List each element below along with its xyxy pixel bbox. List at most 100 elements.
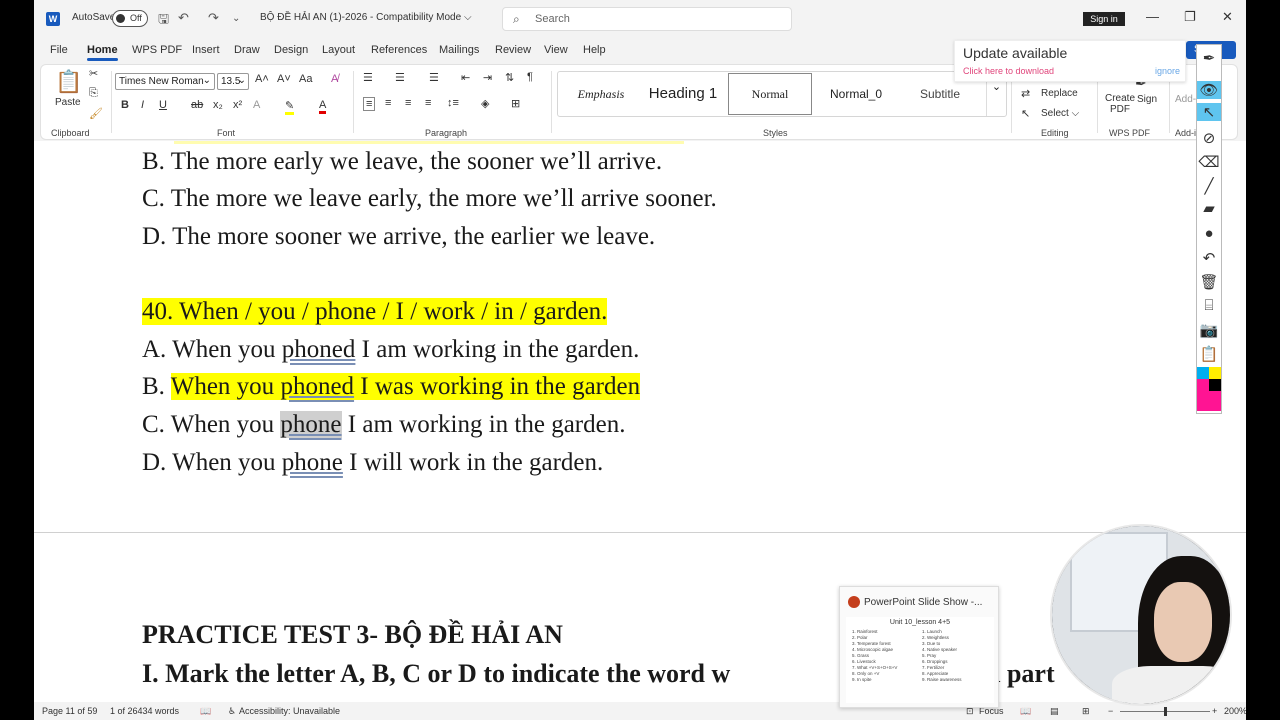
bold-icon[interactable]: B xyxy=(121,99,129,111)
create-pdf-button[interactable]: Create PDF xyxy=(1103,93,1137,115)
subscript-icon[interactable]: x₂ xyxy=(213,99,223,111)
tab-insert[interactable]: Insert xyxy=(192,44,220,56)
undo-icon[interactable]: ↶ xyxy=(178,10,189,26)
superscript-icon[interactable]: x² xyxy=(233,99,242,111)
zoom-in-icon[interactable]: + xyxy=(1212,706,1217,716)
tab-mailings[interactable]: Mailings xyxy=(439,44,479,56)
strikethrough-icon[interactable]: ab xyxy=(191,99,203,111)
update-notification[interactable]: Update available Click here to download … xyxy=(954,40,1186,82)
tab-draw[interactable]: Draw xyxy=(234,44,260,56)
web-layout-icon[interactable]: ⊞ xyxy=(1082,706,1090,717)
shading-icon[interactable]: ◈ xyxy=(481,97,489,110)
update-download-link[interactable]: Click here to download xyxy=(963,66,1054,76)
borders-icon[interactable]: ⊞ xyxy=(511,97,520,110)
undo-annotation-icon[interactable]: ↶ xyxy=(1197,249,1221,267)
zoom-out-icon[interactable]: − xyxy=(1108,706,1113,716)
underline-icon[interactable]: U xyxy=(159,99,167,111)
font-color-icon[interactable]: A xyxy=(319,99,327,114)
tab-design[interactable]: Design xyxy=(274,44,308,56)
copy-icon[interactable]: ⎘ xyxy=(89,87,98,100)
tab-review[interactable]: Review xyxy=(495,44,531,56)
line-spacing-icon[interactable]: ↕≡ xyxy=(447,97,459,109)
customize-qat-icon[interactable]: ⌄ xyxy=(232,13,240,24)
cursor-icon[interactable]: ↖ xyxy=(1197,103,1221,121)
replace-icon[interactable]: ⇄ xyxy=(1021,87,1030,100)
paste-icon[interactable]: 📋 xyxy=(55,69,82,95)
sort-icon[interactable]: ⇅ xyxy=(505,71,514,84)
minimize-button[interactable]: — xyxy=(1146,9,1159,24)
grow-font-icon[interactable]: A˄ xyxy=(255,73,269,85)
tab-layout[interactable]: Layout xyxy=(322,44,355,56)
tab-view[interactable]: View xyxy=(544,44,568,56)
justify-icon[interactable]: ≡ xyxy=(425,97,431,109)
style-heading-1[interactable]: Heading 1 xyxy=(644,72,722,116)
sign-button[interactable]: Sign xyxy=(1137,94,1157,105)
document-title[interactable]: BỘ ĐỀ HẢI AN (1)-2026 - Compatibility Mo… xyxy=(260,12,472,23)
disable-icon[interactable]: ⊘ xyxy=(1197,129,1221,147)
decrease-indent-icon[interactable]: ⇤ xyxy=(461,71,470,84)
zoom-level[interactable]: 200% xyxy=(1224,706,1246,716)
style-normal-0[interactable]: Normal_0 xyxy=(816,72,896,116)
autosave-toggle[interactable]: Off xyxy=(112,10,148,27)
line-icon[interactable]: ╱ xyxy=(1197,177,1221,195)
tab-home[interactable]: Home xyxy=(87,44,118,61)
trash-icon[interactable]: 🗑 xyxy=(1197,273,1221,291)
select-button[interactable]: Select ⌵ xyxy=(1041,108,1079,119)
pen-icon[interactable]: ✒ xyxy=(1197,49,1221,67)
eye-icon[interactable]: 👁 xyxy=(1197,81,1221,99)
restore-button[interactable]: ❐ xyxy=(1184,9,1196,25)
eraser-icon[interactable]: ⌫ xyxy=(1197,153,1221,171)
paste-button[interactable]: Paste xyxy=(55,97,81,108)
add-ins-button[interactable]: Add-i xyxy=(1175,94,1198,105)
zoom-slider-thumb[interactable] xyxy=(1164,707,1167,716)
cyan-swatch[interactable] xyxy=(1197,367,1209,379)
replace-button[interactable]: Replace xyxy=(1041,88,1078,99)
tab-references[interactable]: References xyxy=(371,44,427,56)
sign-in-button[interactable]: Sign in xyxy=(1083,12,1125,26)
show-formatting-icon[interactable]: ¶ xyxy=(527,71,533,83)
highlighter-icon[interactable]: ▰ xyxy=(1197,199,1221,217)
format-painter-icon[interactable]: 🖌 xyxy=(89,107,103,120)
italic-icon[interactable]: I xyxy=(141,99,144,111)
multilevel-list-icon[interactable]: ☰ xyxy=(429,71,439,84)
numbering-icon[interactable]: ☰ xyxy=(395,71,405,84)
select-icon[interactable]: ↖ xyxy=(1021,107,1030,120)
slideshow-thumbnail[interactable]: PowerPoint Slide Show -... Unit 10_lesso… xyxy=(839,586,999,708)
print-layout-icon[interactable]: ▤ xyxy=(1050,706,1059,717)
shrink-font-icon[interactable]: A˅ xyxy=(277,73,291,85)
align-right-icon[interactable]: ≡ xyxy=(405,97,411,109)
style-emphasis[interactable]: Emphasis xyxy=(562,72,640,116)
highlight-icon[interactable]: ✎ xyxy=(285,99,295,115)
redo-icon[interactable]: ↷ xyxy=(208,10,219,26)
search-input[interactable]: ⌕ Search xyxy=(502,7,792,31)
increase-indent-icon[interactable]: ⇥ xyxy=(483,71,492,84)
font-family-select[interactable]: Times New Roman ⌄ xyxy=(115,73,215,90)
close-button[interactable]: ✕ xyxy=(1222,9,1233,25)
style-normal[interactable]: Normal xyxy=(728,73,812,115)
update-ignore-link[interactable]: ignore xyxy=(1155,66,1180,76)
font-size-select[interactable]: 13.5 ⌄ xyxy=(217,73,249,90)
yellow-swatch[interactable] xyxy=(1209,367,1221,379)
dot-icon[interactable]: ● xyxy=(1197,225,1221,242)
accessibility-status[interactable]: Accessibility: Unavailable xyxy=(239,706,340,716)
change-case-icon[interactable]: Aa xyxy=(299,73,312,85)
tab-file[interactable]: File xyxy=(50,44,68,56)
align-left-icon[interactable]: ≡ xyxy=(363,97,376,111)
cut-icon[interactable]: ✂ xyxy=(89,67,98,80)
clipboard-icon[interactable]: 📋 xyxy=(1197,345,1221,363)
pink-swatch[interactable] xyxy=(1197,391,1221,411)
word-count[interactable]: 1 of 26434 words xyxy=(110,706,179,716)
proofing-icon[interactable]: 📖 xyxy=(200,706,211,717)
tab-wps-pdf[interactable]: WPS PDF xyxy=(132,44,182,56)
black-swatch[interactable] xyxy=(1209,379,1221,391)
read-mode-icon[interactable]: 📖 xyxy=(1020,706,1031,717)
board-icon[interactable]: ⌸ xyxy=(1197,297,1221,314)
clear-formatting-icon[interactable]: A̸ xyxy=(331,73,338,85)
align-center-icon[interactable]: ≡ xyxy=(385,97,391,109)
camera-icon[interactable]: 📷 xyxy=(1197,321,1221,339)
page-count[interactable]: Page 11 of 59 xyxy=(42,706,97,716)
text-effects-icon[interactable]: A xyxy=(253,99,260,111)
magenta-swatch[interactable] xyxy=(1197,379,1209,391)
save-icon[interactable]: 🖫 xyxy=(158,10,169,32)
tab-help[interactable]: Help xyxy=(583,44,606,56)
